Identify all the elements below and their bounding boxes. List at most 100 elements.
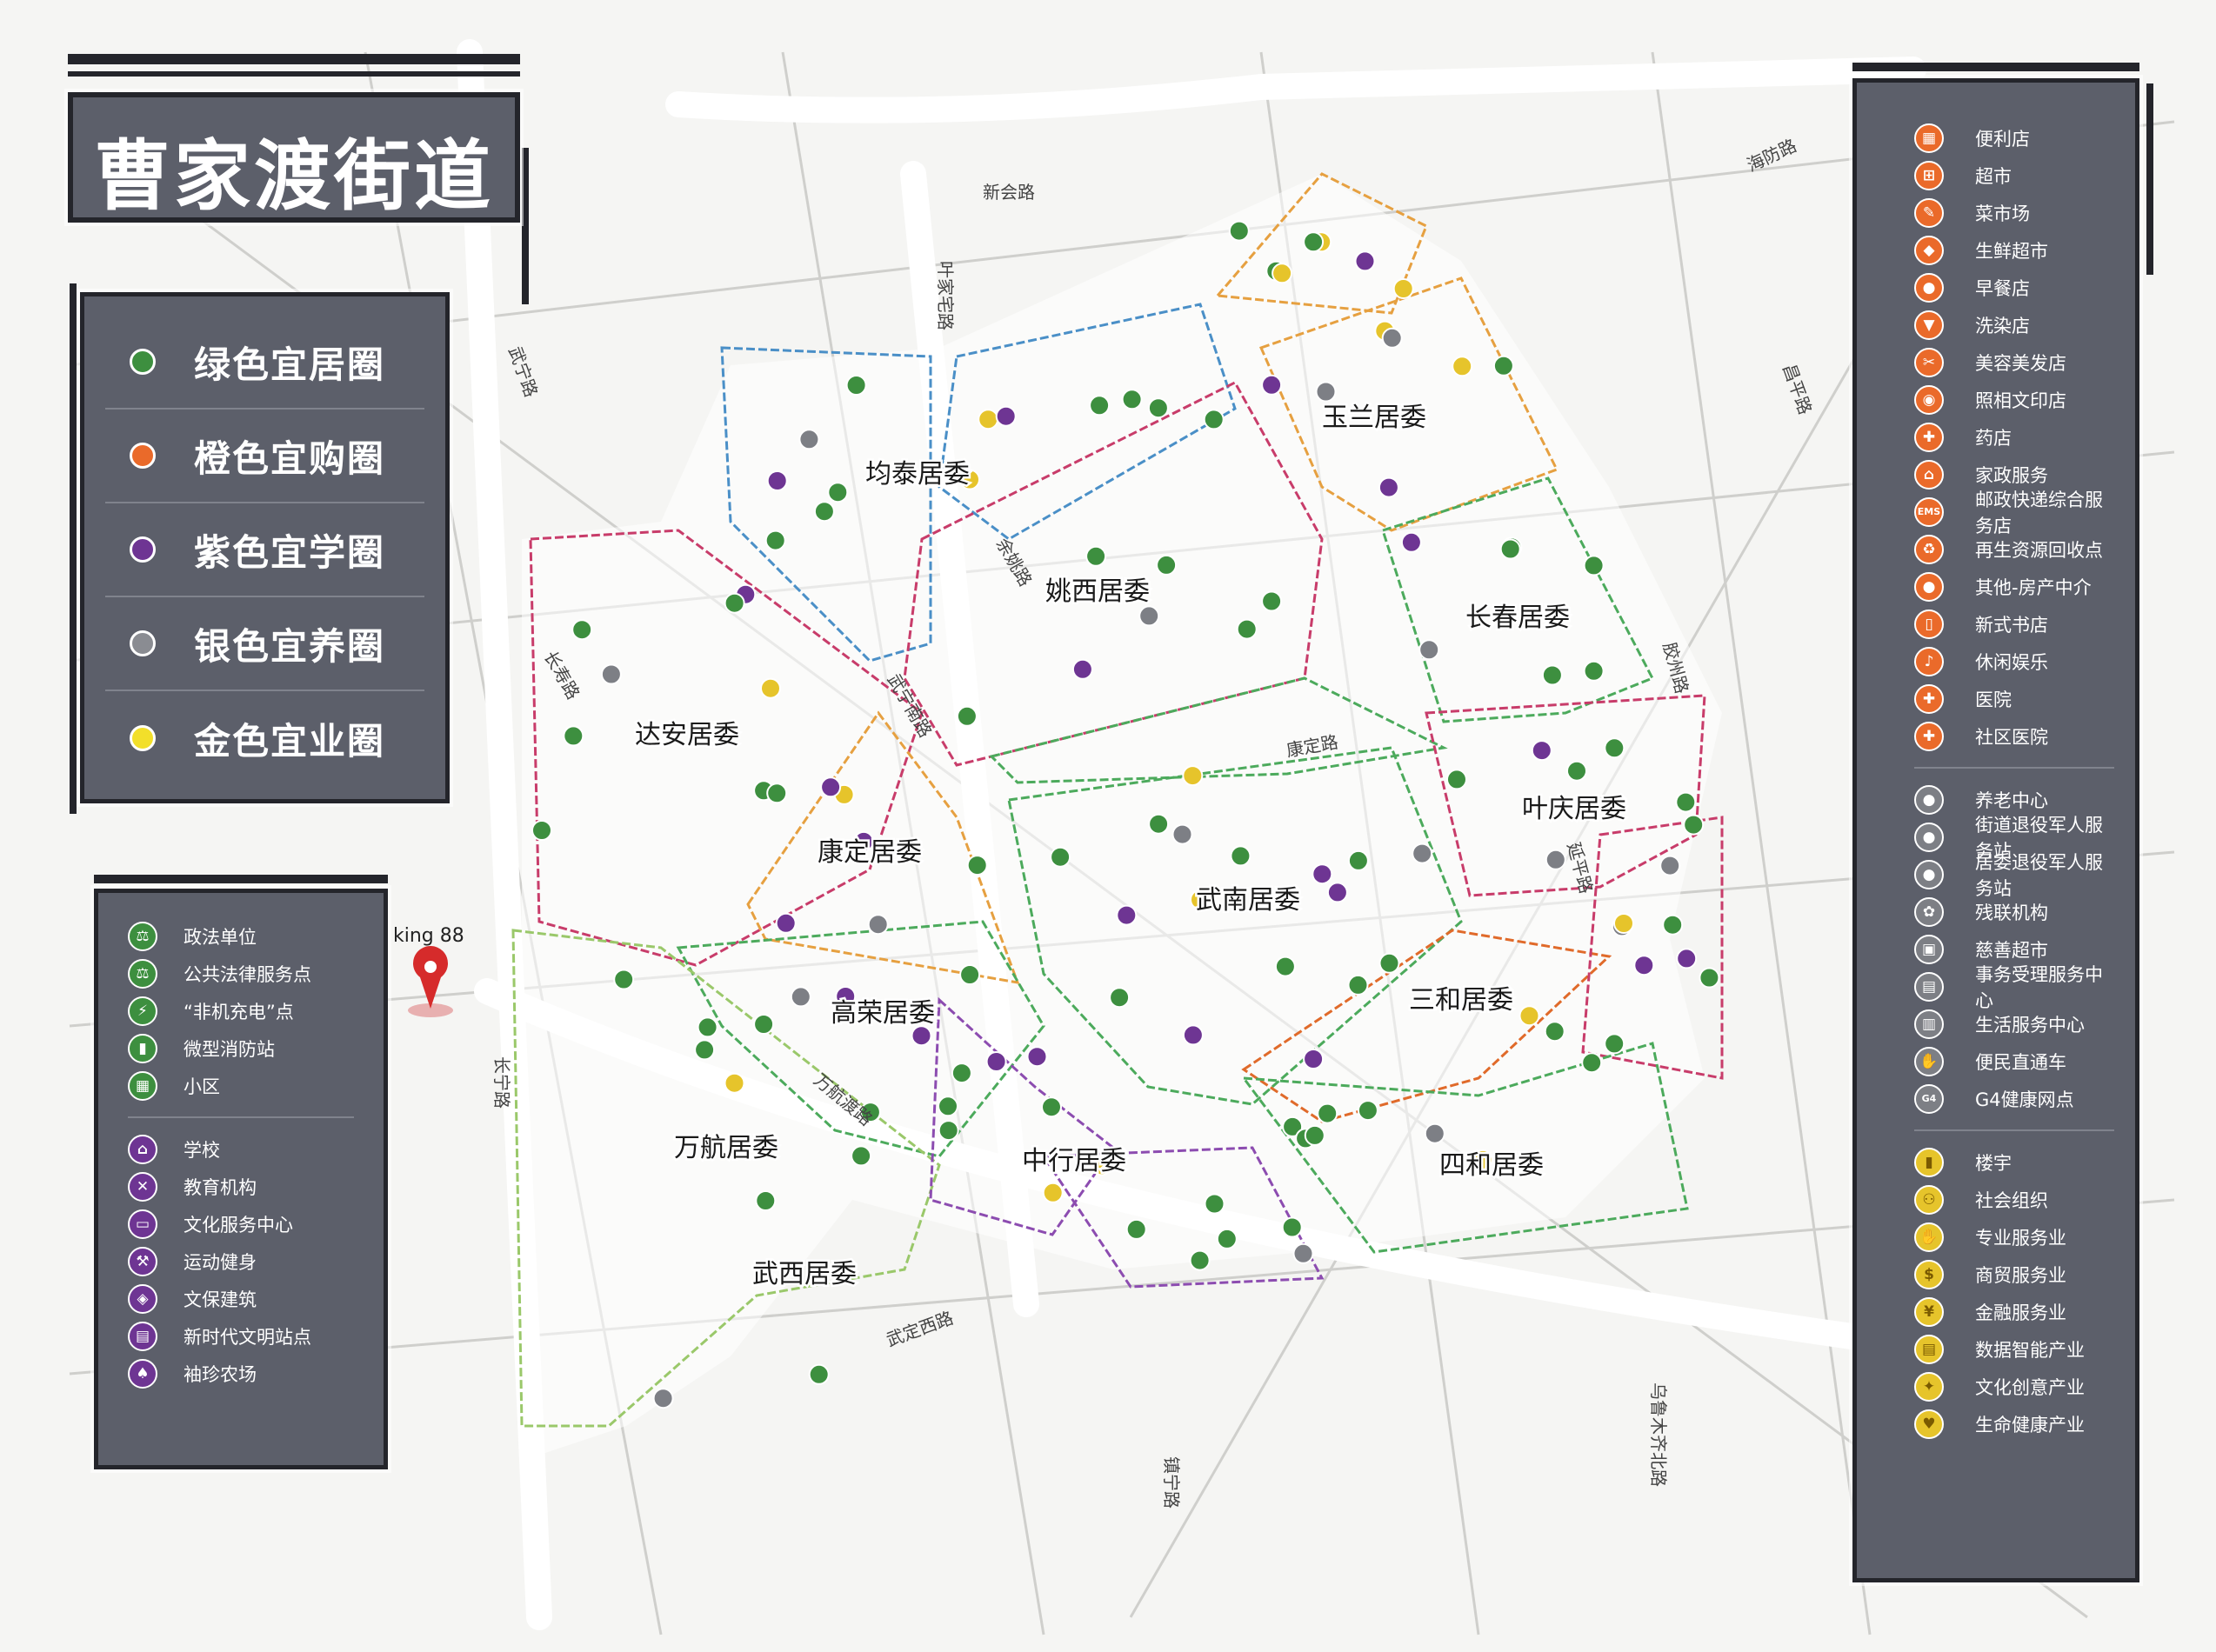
poi-icon[interactable] (790, 986, 811, 1008)
poi-icon[interactable] (1604, 1033, 1625, 1055)
poi-icon[interactable] (1326, 882, 1348, 903)
poi-icon[interactable] (956, 705, 978, 727)
poi-icon[interactable] (1381, 327, 1403, 349)
poi-icon[interactable] (1581, 1052, 1603, 1074)
poi-icon[interactable] (766, 470, 788, 491)
poi-icon[interactable] (1412, 843, 1433, 864)
poi-icon[interactable] (938, 1120, 959, 1142)
poi-icon[interactable] (1699, 967, 1720, 989)
poi-icon[interactable] (1041, 1096, 1062, 1118)
poi-icon[interactable] (867, 914, 889, 936)
poi-icon[interactable] (1116, 904, 1138, 926)
poi-icon[interactable] (1303, 1049, 1325, 1069)
poi-icon[interactable] (694, 1039, 716, 1061)
poi-icon[interactable] (724, 1072, 745, 1094)
poi-icon[interactable] (1303, 231, 1325, 253)
poi-icon[interactable] (1518, 1005, 1540, 1027)
poi-icon[interactable] (724, 592, 745, 614)
poi-icon[interactable] (697, 1016, 718, 1038)
poi-icon[interactable] (1676, 948, 1698, 969)
poi-icon[interactable] (1424, 1122, 1445, 1144)
poi-icon[interactable] (959, 964, 981, 985)
poi-icon[interactable] (1109, 987, 1131, 1009)
poi-icon[interactable] (1138, 605, 1160, 627)
poi-icon[interactable] (1633, 955, 1655, 976)
poi-icon[interactable] (531, 820, 552, 841)
poi-icon[interactable] (1026, 1046, 1048, 1068)
poi-icon[interactable] (1121, 389, 1143, 410)
poi-icon[interactable] (1148, 813, 1170, 835)
poi-icon[interactable] (1272, 263, 1293, 284)
poi-icon[interactable] (1659, 855, 1681, 876)
poi-icon[interactable] (1189, 1249, 1211, 1271)
poi-icon[interactable] (571, 619, 593, 641)
poi-icon[interactable] (1544, 1021, 1565, 1042)
poi-icon[interactable] (1604, 737, 1625, 759)
poi-icon[interactable] (1261, 374, 1283, 396)
poi-icon[interactable] (1042, 1182, 1064, 1203)
poi-icon[interactable] (1315, 381, 1337, 403)
poi-icon[interactable] (753, 1014, 775, 1035)
poi-icon[interactable] (1292, 1242, 1314, 1264)
poi-icon[interactable] (764, 530, 786, 551)
poi-icon[interactable] (813, 501, 835, 523)
poi-icon[interactable] (1236, 618, 1258, 640)
poi-icon[interactable] (911, 1025, 932, 1047)
poi-icon[interactable] (1378, 952, 1400, 974)
poi-icon[interactable] (1317, 1102, 1338, 1124)
poi-icon[interactable] (1071, 658, 1093, 680)
poi-icon[interactable] (1354, 250, 1376, 272)
poi-icon[interactable] (845, 375, 867, 396)
poi-icon[interactable] (1683, 814, 1705, 836)
poi-icon[interactable] (1204, 1193, 1225, 1215)
poi-icon[interactable] (851, 1145, 872, 1167)
poi-icon[interactable] (978, 409, 999, 430)
poi-icon[interactable] (1347, 974, 1369, 996)
poi-icon[interactable] (1125, 1218, 1147, 1240)
poi-icon[interactable] (1312, 863, 1333, 885)
poi-icon[interactable] (1541, 664, 1563, 686)
poi-icon[interactable] (1492, 355, 1514, 376)
poi-icon[interactable] (995, 405, 1017, 427)
poi-icon[interactable] (1531, 740, 1552, 762)
poi-icon[interactable] (1392, 278, 1414, 299)
poi-icon[interactable] (1156, 554, 1178, 576)
poi-icon[interactable] (1357, 1100, 1378, 1122)
poi-icon[interactable] (760, 677, 781, 699)
poi-icon[interactable] (1085, 545, 1107, 567)
poi-icon[interactable] (820, 776, 842, 798)
poi-icon[interactable] (1418, 639, 1440, 661)
poi-icon[interactable] (1203, 409, 1225, 430)
poi-icon[interactable] (563, 725, 584, 747)
poi-icon[interactable] (1147, 397, 1169, 419)
poi-icon[interactable] (1446, 769, 1467, 790)
poi-icon[interactable] (1662, 914, 1684, 936)
poi-icon[interactable] (938, 1096, 958, 1117)
poi-icon[interactable] (808, 1363, 830, 1385)
poi-icon[interactable] (798, 429, 820, 450)
poi-icon[interactable] (1400, 531, 1422, 553)
poi-icon[interactable] (1261, 590, 1283, 612)
poi-icon[interactable] (1452, 356, 1473, 377)
poi-icon[interactable] (1347, 849, 1369, 871)
poi-icon[interactable] (755, 1190, 777, 1211)
poi-icon[interactable] (1171, 823, 1193, 845)
poi-icon[interactable] (775, 912, 797, 934)
poi-icon[interactable] (1281, 1216, 1303, 1238)
poi-icon[interactable] (652, 1388, 674, 1409)
poi-icon[interactable] (1378, 476, 1399, 498)
poi-icon[interactable] (985, 1051, 1007, 1072)
poi-icon[interactable] (1583, 555, 1605, 576)
poi-icon[interactable] (1228, 220, 1250, 242)
poi-icon[interactable] (827, 482, 849, 503)
poi-icon[interactable] (966, 855, 988, 876)
poi-icon[interactable] (1675, 791, 1697, 813)
poi-icon[interactable] (1499, 538, 1521, 560)
poi-icon[interactable] (1050, 846, 1071, 868)
poi-icon[interactable] (1089, 395, 1111, 416)
poi-icon[interactable] (613, 969, 635, 990)
poi-icon[interactable] (600, 663, 622, 685)
poi-icon[interactable] (1274, 956, 1296, 977)
poi-icon[interactable] (1182, 1024, 1204, 1046)
poi-icon[interactable] (1566, 760, 1587, 782)
